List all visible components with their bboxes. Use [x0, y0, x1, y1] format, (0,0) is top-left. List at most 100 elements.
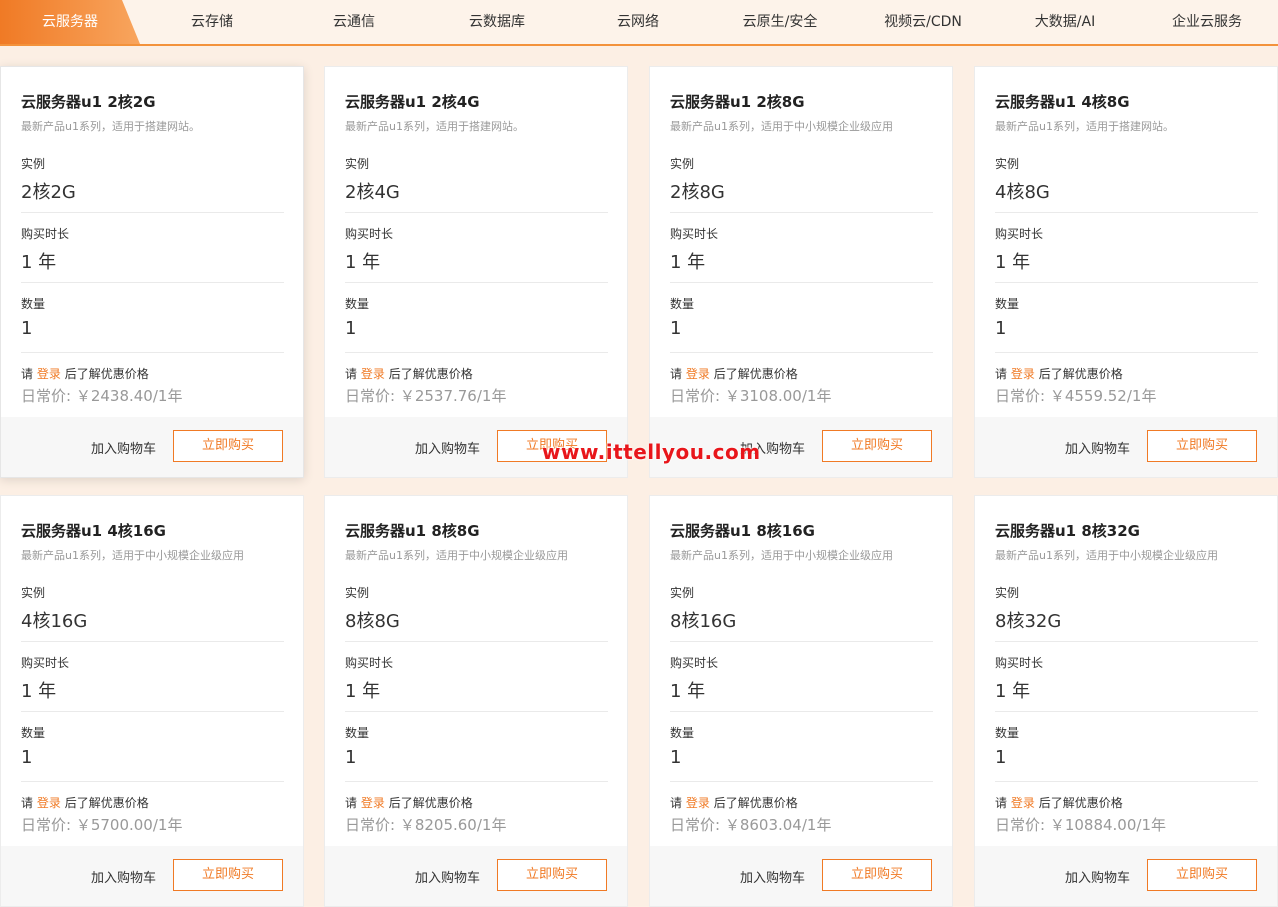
duration-label: 购买时长 [995, 227, 1044, 241]
login-prefix: 请 [21, 796, 34, 810]
buy-now-button[interactable]: 立即购买 [1147, 859, 1257, 891]
divider [345, 212, 608, 213]
divider [345, 352, 608, 353]
login-suffix: 后了解优惠价格 [713, 796, 798, 810]
daily-price: 日常价: ￥4559.52/1年 [995, 387, 1157, 405]
login-prefix: 请 [670, 367, 683, 381]
add-to-cart-button[interactable]: 加入购物车 [415, 867, 480, 886]
buy-now-button[interactable]: 立即购买 [173, 430, 283, 462]
instance-value[interactable]: 4核8G [995, 178, 1050, 204]
login-link[interactable]: 登录 [1011, 367, 1035, 381]
buy-now-button[interactable]: 立即购买 [822, 430, 932, 462]
instance-value[interactable]: 8核32G [995, 607, 1061, 633]
duration-value[interactable]: 1 年 [995, 248, 1030, 274]
instance-value[interactable]: 2核4G [345, 178, 400, 204]
card-footer: 加入购物车 立即购买 [650, 846, 952, 906]
duration-value[interactable]: 1 年 [670, 677, 705, 703]
login-link[interactable]: 登录 [37, 796, 61, 810]
login-prompt: 请 登录 后了解优惠价格 [670, 794, 798, 811]
duration-value[interactable]: 1 年 [345, 677, 380, 703]
login-prefix: 请 [345, 796, 358, 810]
instance-value[interactable]: 8核16G [670, 607, 736, 633]
daily-price: 日常价: ￥3108.00/1年 [670, 387, 832, 405]
duration-value[interactable]: 1 年 [995, 677, 1030, 703]
card-footer: 加入购物车 立即购买 [1, 417, 303, 477]
login-link[interactable]: 登录 [1011, 796, 1035, 810]
quantity-label: 数量 [995, 297, 1020, 311]
login-prefix: 请 [995, 367, 1008, 381]
instance-label: 实例 [345, 586, 370, 600]
tab-enterprise-cloud[interactable]: 企业云服务 [1162, 0, 1252, 44]
login-suffix: 后了解优惠价格 [1038, 367, 1123, 381]
buy-now-button[interactable]: 立即购买 [822, 859, 932, 891]
add-to-cart-button[interactable]: 加入购物车 [1065, 867, 1130, 886]
tab-video-cdn[interactable]: 视频云/CDN [868, 0, 978, 44]
add-to-cart-button[interactable]: 加入购物车 [91, 867, 156, 886]
quantity-value[interactable]: 1 [21, 747, 32, 768]
instance-label: 实例 [21, 157, 46, 171]
login-suffix: 后了解优惠价格 [713, 367, 798, 381]
tab-cloud-native-security[interactable]: 云原生/安全 [730, 0, 830, 44]
quantity-value[interactable]: 1 [345, 747, 356, 768]
quantity-value[interactable]: 1 [670, 747, 681, 768]
login-prefix: 请 [21, 367, 34, 381]
quantity-label: 数量 [345, 297, 370, 311]
tab-cloud-server[interactable]: 云服务器 [0, 0, 140, 44]
card-title: 云服务器u1 4核8G [995, 93, 1130, 111]
divider [21, 781, 284, 782]
instance-value[interactable]: 4核16G [21, 607, 87, 633]
login-link[interactable]: 登录 [686, 796, 710, 810]
quantity-value[interactable]: 1 [995, 747, 1006, 768]
duration-label: 购买时长 [21, 656, 70, 670]
daily-price: 日常价: ￥5700.00/1年 [21, 816, 183, 834]
instance-value[interactable]: 8核8G [345, 607, 400, 633]
duration-value[interactable]: 1 年 [345, 248, 380, 274]
card-title: 云服务器u1 8核16G [670, 522, 815, 540]
duration-value[interactable]: 1 年 [21, 248, 56, 274]
divider [21, 212, 284, 213]
divider [995, 212, 1258, 213]
tab-cloud-database[interactable]: 云数据库 [452, 0, 542, 44]
divider [345, 781, 608, 782]
tab-bigdata-ai[interactable]: 大数据/AI [1020, 0, 1110, 44]
instance-label: 实例 [670, 157, 695, 171]
quantity-value[interactable]: 1 [995, 318, 1006, 339]
daily-price: 日常价: ￥2537.76/1年 [345, 387, 507, 405]
divider [345, 711, 608, 712]
login-link[interactable]: 登录 [686, 367, 710, 381]
add-to-cart-button[interactable]: 加入购物车 [415, 438, 480, 457]
duration-value[interactable]: 1 年 [670, 248, 705, 274]
login-link[interactable]: 登录 [361, 796, 385, 810]
add-to-cart-button[interactable]: 加入购物车 [1065, 438, 1130, 457]
product-card: 云服务器u1 8核32G 最新产品u1系列，适用于中小规模企业级应用 实例 8核… [974, 495, 1278, 907]
duration-value[interactable]: 1 年 [21, 677, 56, 703]
login-link[interactable]: 登录 [37, 367, 61, 381]
divider [21, 711, 284, 712]
login-link[interactable]: 登录 [361, 367, 385, 381]
product-card: 云服务器u1 2核8G 最新产品u1系列，适用于中小规模企业级应用 实例 2核8… [649, 66, 953, 478]
card-title: 云服务器u1 8核32G [995, 522, 1140, 540]
login-prompt: 请 登录 后了解优惠价格 [995, 794, 1123, 811]
buy-now-button[interactable]: 立即购买 [173, 859, 283, 891]
divider [345, 641, 608, 642]
buy-now-button[interactable]: 立即购买 [1147, 430, 1257, 462]
instance-value[interactable]: 2核2G [21, 178, 76, 204]
quantity-value[interactable]: 1 [21, 318, 32, 339]
add-to-cart-button[interactable]: 加入购物车 [740, 867, 805, 886]
card-description: 最新产品u1系列，适用于中小规模企业级应用 [670, 549, 893, 562]
buy-now-button[interactable]: 立即购买 [497, 859, 607, 891]
divider [995, 711, 1258, 712]
daily-price: 日常价: ￥8205.60/1年 [345, 816, 507, 834]
product-card: 云服务器u1 4核16G 最新产品u1系列，适用于中小规模企业级应用 实例 4核… [0, 495, 304, 907]
add-to-cart-button[interactable]: 加入购物车 [91, 438, 156, 457]
tab-cloud-storage[interactable]: 云存储 [172, 0, 252, 44]
instance-value[interactable]: 2核8G [670, 178, 725, 204]
duration-label: 购买时长 [670, 227, 719, 241]
tab-cloud-network[interactable]: 云网络 [598, 0, 678, 44]
card-title: 云服务器u1 8核8G [345, 522, 480, 540]
card-description: 最新产品u1系列，适用于中小规模企业级应用 [345, 549, 568, 562]
quantity-value[interactable]: 1 [345, 318, 356, 339]
card-title: 云服务器u1 2核4G [345, 93, 480, 111]
tab-cloud-communication[interactable]: 云通信 [314, 0, 394, 44]
quantity-value[interactable]: 1 [670, 318, 681, 339]
